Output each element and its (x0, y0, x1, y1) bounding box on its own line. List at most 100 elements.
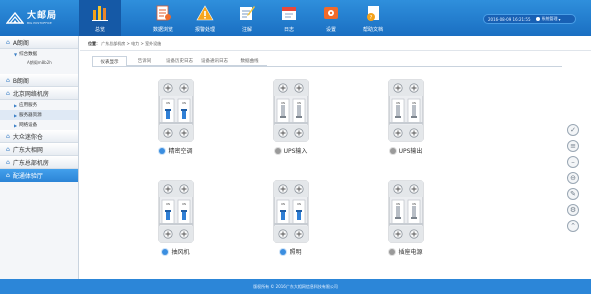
svg-text:ON: ON (297, 202, 301, 206)
sidebar-item-experience-hall[interactable]: ⌂ 配通体验厅 (0, 169, 78, 182)
alarm-icon (196, 5, 214, 21)
sidebar-item-general-data[interactable]: ▼ 综合数据 (0, 49, 78, 59)
footer: 版权所有 © 2016广东大相网信息科技有限公司 (0, 279, 591, 294)
brand-name-en: BIG POSTOFFICE (27, 20, 52, 25)
nav-label: 设置 (325, 27, 336, 33)
chevron-down-icon: ▾ (558, 16, 561, 22)
check-icon[interactable]: ✓ (567, 124, 579, 136)
svg-text:ON: ON (182, 101, 186, 105)
nav-label: 数据浏览 (152, 27, 173, 33)
gear-icon[interactable]: ⚙ (567, 204, 579, 216)
top-bar: 大邮局 BIG POSTOFFICE 总览 数据浏览 报警处理 注解 日志 设置… (0, 0, 591, 36)
sidebar-item-b-langge[interactable]: ⌂ B朗阁 (0, 74, 78, 87)
breaker-switch-icon: ON ON (388, 180, 424, 243)
annotation-icon (240, 6, 255, 20)
sidebar-item-mini-storage[interactable]: ⌂ 大众迷你仓 (0, 130, 78, 143)
sidebar-item-app-service[interactable]: ▶ 应用服务 (0, 100, 78, 110)
sidebar-item-server-resource[interactable]: ▶ 服务器资源 (0, 110, 78, 120)
remove-icon[interactable]: ⊖ (567, 172, 579, 184)
status-dot (389, 248, 396, 255)
tab-notify[interactable]: 告诉同 (127, 56, 162, 66)
device-label: 抽风机 (171, 249, 190, 256)
nav-label: 日志 (283, 27, 294, 33)
breadcrumb: 位置： 广东总部机房 > 电力 > 室外设施 (88, 41, 161, 47)
device-label: UPS输出 (398, 148, 423, 155)
status-dot (159, 147, 166, 154)
nav-alarm[interactable]: 报警处理 (184, 0, 226, 36)
datetime: 2016-08-09 16:21:55 (488, 16, 531, 22)
status-dot (389, 147, 396, 154)
minus-icon[interactable]: – (567, 156, 579, 168)
main-content: 位置： 广东总部机房 > 电力 > 室外设施 仪表显示 告诉同 设备历史日志 设… (80, 36, 591, 279)
sidebar-item-a-langge[interactable]: ⌂ A朗阁 (0, 36, 78, 49)
scroll-top-icon[interactable]: ⌃ (567, 220, 579, 232)
tab-bar: 仪表显示 告诉同 设备历史日志 设备通讯日志 数据曲线 (92, 56, 267, 66)
sidebar-item-a-langge-sub[interactable]: A朗阁m8b2h (0, 59, 78, 66)
nav-log[interactable]: 日志 (268, 0, 310, 36)
tab-data-curve[interactable]: 数据曲线 (232, 56, 267, 66)
svg-text:ON: ON (412, 101, 416, 105)
svg-text:ON: ON (412, 202, 416, 206)
triangle-right-icon: ▶ (14, 122, 18, 128)
device-label: UPS输入 (283, 148, 308, 155)
tab-device-comm-log[interactable]: 设备通讯日志 (197, 56, 232, 66)
home-icon: ⌂ (6, 89, 10, 97)
status-dot (274, 147, 281, 154)
settings-icon (324, 7, 338, 19)
svg-text:ON: ON (297, 101, 301, 105)
overview-icon (92, 6, 108, 21)
breaker-switch-icon: ON ON (273, 79, 309, 142)
nav-annotation[interactable]: 注解 (226, 0, 268, 36)
device-card[interactable]: ON ON 精密空调 (141, 79, 211, 155)
device-label: 照明 (289, 249, 302, 256)
user-menu[interactable]: 系统管理 ▾ (536, 16, 561, 22)
svg-text:ON: ON (166, 202, 170, 206)
nav-data-browse[interactable]: 数据浏览 (142, 0, 184, 36)
logo: 大邮局 BIG POSTOFFICE (6, 8, 57, 28)
svg-text:ON: ON (281, 101, 285, 105)
device-card[interactable]: ON ON UPS输出 (371, 79, 441, 155)
nav-overview[interactable]: 总览 (79, 0, 121, 36)
sidebar-item-guangdong-daxiang[interactable]: ⌂ 广东大相网 (0, 143, 78, 156)
sidebar-item-guangdong-hq[interactable]: ⌂ 广东总部机房 (0, 156, 78, 169)
breadcrumb-prefix: 位置： (88, 41, 100, 46)
home-icon: ⌂ (6, 38, 10, 46)
triangle-down-icon: ▼ (14, 51, 18, 57)
triangle-right-icon: ▶ (14, 102, 18, 108)
home-icon: ⌂ (6, 132, 10, 140)
user-name: 系统管理 (541, 16, 558, 21)
nav-label: 帮助文档 (362, 27, 383, 33)
top-status: 2016-08-09 16:21:55 系统管理 ▾ (483, 14, 576, 24)
edit-icon[interactable]: ✎ (567, 188, 579, 200)
brand-name: 大邮局 (27, 10, 58, 21)
device-card[interactable]: ON ON UPS输入 (256, 79, 326, 155)
sidebar-item-beijing-room[interactable]: ⌂ 北京网络机房 (0, 87, 78, 100)
sidebar-item-network-device[interactable]: ▶ 网络设备 (0, 120, 78, 130)
main-nav: 总览 数据浏览 报警处理 注解 日志 设置 ? 帮助文档 (79, 0, 394, 36)
tab-meter-display[interactable]: 仪表显示 (92, 56, 127, 66)
nav-help-doc[interactable]: ? 帮助文档 (352, 0, 394, 36)
home-icon: ⌂ (6, 158, 10, 166)
list-icon[interactable]: ≡ (567, 140, 579, 152)
breaker-switch-icon: ON ON (158, 180, 194, 243)
breaker-switch-icon: ON ON (158, 79, 194, 142)
svg-text:ON: ON (281, 202, 285, 206)
svg-text:ON: ON (396, 101, 400, 105)
log-icon (282, 7, 296, 20)
device-card[interactable]: ON ON 照明 (256, 180, 326, 256)
nav-label: 报警处理 (194, 27, 215, 33)
device-card[interactable]: ON ON 插座电源 (371, 180, 441, 256)
svg-text:ON: ON (396, 202, 400, 206)
right-toolbar: ✓ ≡ – ⊖ ✎ ⚙ ⌃ (567, 124, 581, 236)
nav-settings[interactable]: 设置 (310, 0, 352, 36)
breaker-switch-icon: ON ON (273, 180, 309, 243)
home-icon: ⌂ (6, 145, 10, 153)
triangle-right-icon: ▶ (14, 112, 18, 118)
device-card[interactable]: ON ON 抽风机 (141, 180, 211, 256)
breadcrumb-path: 广东总部机房 > 电力 > 室外设施 (101, 41, 162, 46)
tab-device-history-log[interactable]: 设备历史日志 (162, 56, 197, 66)
status-dot (162, 248, 169, 255)
logo-mark-icon (6, 11, 24, 24)
user-icon (536, 17, 541, 21)
home-icon: ⌂ (6, 172, 10, 179)
